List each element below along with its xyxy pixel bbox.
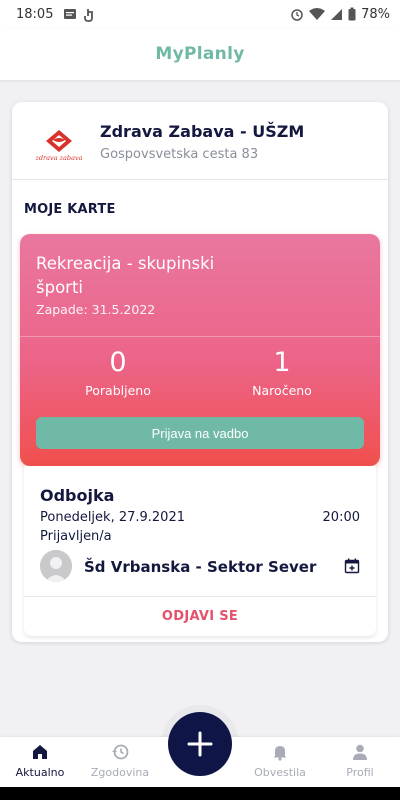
bell-icon — [273, 746, 287, 761]
system-nav-bar — [0, 787, 400, 800]
organization-card: zdrava zabava Zdrava Zabava - UŠZM Gospo… — [12, 102, 388, 642]
wifi-icon — [309, 7, 326, 20]
session-date: Ponedeljek, 27.9.2021 — [40, 510, 185, 525]
status-time: 18:05 — [16, 6, 54, 22]
nav-item-zgodovina[interactable]: Zgodovina — [80, 737, 160, 787]
ticket-title: Rekreacija - skupinski športi — [36, 254, 215, 297]
booked-count: 1 — [273, 347, 291, 378]
nav-label: Aktualno — [15, 766, 65, 779]
plus-icon — [187, 731, 213, 757]
person-avatar-icon — [40, 550, 72, 582]
session-time: 20:00 — [322, 510, 360, 525]
touch-icon — [84, 8, 94, 22]
nav-item-profil[interactable]: Profil — [320, 737, 400, 787]
nav-item-obvestila[interactable]: Obvestila — [240, 737, 320, 787]
message-icon — [64, 8, 77, 19]
person-icon — [353, 744, 367, 760]
used-count: 0 — [109, 347, 127, 378]
battery-percent: 78% — [361, 6, 390, 22]
section-title: MOJE KARTE — [24, 202, 116, 217]
signal-icon — [331, 8, 343, 20]
used-label: Porabljeno — [85, 383, 151, 398]
session-card[interactable]: Odbojka Ponedeljek, 27.9.2021 20:00 Prij… — [24, 466, 376, 636]
signup-button[interactable]: Prijava na vadbo — [36, 417, 364, 449]
booked-stat: 1 Naročeno — [222, 346, 342, 398]
session-title: Odbojka — [40, 486, 115, 505]
session-location: Šd Vrbanska - Sektor Sever — [84, 558, 317, 576]
nav-label: Zgodovina — [90, 766, 150, 779]
battery-icon — [348, 7, 356, 21]
cancel-button[interactable]: ODJAVI SE — [24, 597, 376, 636]
app-header: MyPlanly — [0, 28, 400, 80]
organization-address: Gospovsvetska cesta 83 — [100, 147, 259, 162]
ticket-card[interactable]: Rekreacija - skupinski športi Zapade: 31… — [20, 234, 380, 466]
organization-name: Zdrava Zabava - UŠZM — [100, 122, 305, 141]
status-bar: 18:05 78% — [0, 0, 400, 28]
alarm-icon — [291, 9, 303, 21]
used-stat: 0 Porabljeno — [58, 346, 178, 398]
history-icon — [112, 744, 129, 760]
nav-item-aktualno[interactable]: Aktualno — [0, 737, 80, 787]
nav-label: Profil — [346, 766, 374, 779]
organization-logo: zdrava zabava — [34, 130, 83, 162]
booked-label: Naročeno — [252, 383, 312, 398]
session-status: Prijavljen/a — [40, 529, 112, 544]
organization-header[interactable]: zdrava zabava Zdrava Zabava - UŠZM Gospo… — [12, 102, 388, 180]
home-icon — [33, 745, 47, 759]
ticket-expiry: Zapade: 31.5.2022 — [36, 302, 156, 317]
ticket-divider — [20, 336, 380, 337]
nav-label: Obvestila — [254, 766, 306, 779]
app-title: MyPlanly — [155, 44, 245, 64]
calendar-add-icon[interactable] — [344, 558, 360, 574]
logo-text: zdrava zabava — [34, 154, 82, 162]
avatar — [40, 550, 72, 582]
add-button[interactable] — [168, 712, 232, 776]
